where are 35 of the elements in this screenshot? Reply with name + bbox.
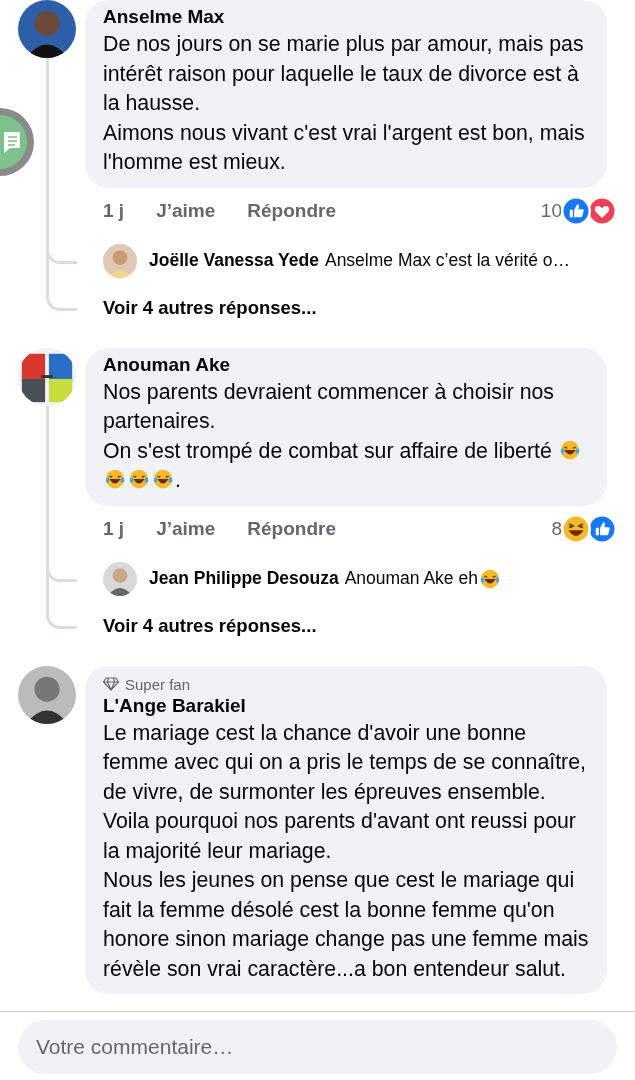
comment-text: Nous les jeunes on pense que cest le mariage qui fait la femme désolé cest la bonne femme qu'on honore sinon mariage change pas une femme mais révèle son vrai caractère...a bon entendeur salut. <box>103 867 589 983</box>
laughing-emoji-icon <box>104 468 126 490</box>
thread-connector <box>46 605 77 629</box>
like-link[interactable]: J’aime <box>156 517 216 540</box>
comment-author[interactable]: Anouman Ake <box>103 351 589 378</box>
thumbs-up-icon <box>561 195 591 226</box>
comment-text: On s'est trompé de combat sur affaire de liberté . <box>103 436 589 496</box>
more-replies-link[interactable]: Voir 4 autres réponses... <box>85 605 617 646</box>
reaction-count: 10 <box>540 199 562 222</box>
laughing-emoji-icon <box>152 468 174 490</box>
laughing-emoji-icon <box>558 438 581 461</box>
thread-connector <box>46 287 77 311</box>
reply-text: Jean Philippe Desouza Anouman Ake eh <box>149 567 502 590</box>
comment-text: Nos parents devraient commencer à choisir nos partenaires. <box>103 378 555 435</box>
laughing-face-icon <box>561 513 591 544</box>
reply-link[interactable]: Répondre <box>247 199 336 222</box>
fan-label: Super fan <box>125 675 191 693</box>
comment-author[interactable]: L'Ange Barakiel <box>103 692 589 719</box>
comment-text: De nos jours on se marie plus par amour, mais pas intérêt raison pour laquelle le taux de divorce est à la hausse. <box>103 31 585 117</box>
chat-head-icon[interactable] <box>0 106 36 178</box>
diamond-icon <box>103 677 119 691</box>
reaction-count: 8 <box>551 517 562 540</box>
laughing-emoji-icon <box>478 567 501 590</box>
comment-text: Aimons nous vivant c'est vrai l'argent est bon, mais l'homme est mieux. <box>103 119 586 176</box>
comment-time: 1 j <box>103 199 125 222</box>
like-link[interactable]: J’aime <box>156 199 216 222</box>
reply-link[interactable]: Répondre <box>247 517 336 540</box>
comment-text: Le mariage cest la chance d'avoir une bonne femme avec qui on a pris le temps de se connaître, de vivre, de surmonter les épreuves ensemble. Voila pourquoi nos parents d'avant ont reussi pour la majorité leur mariage. <box>103 719 587 865</box>
comment-time: 1 j <box>103 517 125 540</box>
laughing-emoji-icon <box>128 468 150 490</box>
comment-input[interactable]: Votre commentaire… <box>18 1020 617 1074</box>
reply-text: Joëlle Vanessa Yede Anselme Max c’est la vérité o… <box>149 250 571 271</box>
more-replies-link[interactable]: Voir 4 autres réponses... <box>85 287 617 328</box>
comment-author[interactable]: Anselme Max <box>103 4 589 30</box>
thumbs-up-icon <box>587 513 617 544</box>
